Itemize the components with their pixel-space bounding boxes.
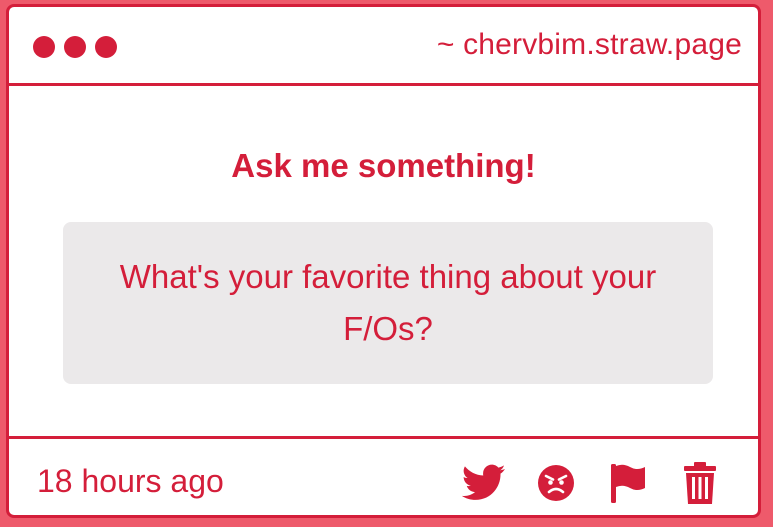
share-twitter-button[interactable]: [462, 461, 506, 505]
report-button[interactable]: [534, 461, 578, 505]
window-dot: [64, 36, 86, 58]
window-dot: [33, 36, 55, 58]
page-url[interactable]: ~ chervbim.straw.page: [437, 28, 742, 62]
question-text: What's your favorite thing about your F/…: [119, 258, 657, 347]
flag-button[interactable]: [606, 461, 650, 505]
page-title: Ask me something!: [231, 147, 536, 184]
window-dot: [95, 36, 117, 58]
trash-icon: [684, 462, 716, 504]
angry-face-icon: [538, 465, 574, 501]
action-bar: [462, 461, 722, 505]
window-controls: [33, 36, 117, 58]
card-footer: 18 hours ago: [9, 436, 758, 515]
ask-card: ~ chervbim.straw.page Ask me something! …: [6, 4, 761, 518]
twitter-icon: [462, 464, 506, 500]
window-titlebar: ~ chervbim.straw.page: [9, 7, 758, 86]
timestamp: 18 hours ago: [37, 463, 224, 499]
flag-icon: [611, 464, 645, 503]
question-box: What's your favorite thing about your F/…: [63, 222, 713, 384]
delete-button[interactable]: [678, 461, 722, 505]
